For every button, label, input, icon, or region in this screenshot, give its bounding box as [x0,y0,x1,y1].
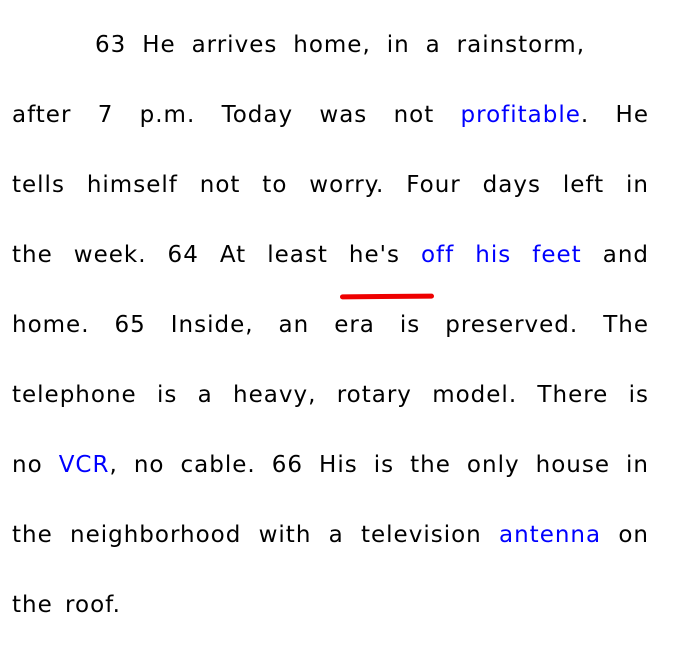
text-segment: , no cable. 66 His is the only house in [109,452,649,478]
text-line: telephone is a heavy, rotary model. Ther… [12,382,649,422]
text-segment: home. 65 Inside, an era is preserved. Th… [12,312,649,338]
text-line: 63 He arrives home, in a rainstorm, [95,32,585,72]
text-line: the week. 64 At least he's off his feet … [12,242,649,282]
text-segment: no [12,452,59,478]
text-segment: telephone is a heavy, rotary model. Ther… [12,382,649,408]
text-line: the neighborhood with a television anten… [12,522,649,562]
text-segment: the neighborhood with a television [12,522,499,548]
text-segment: and [581,242,649,268]
text-segment: . He [580,102,649,128]
text-line: tells himself not to worry. Four days le… [12,172,649,212]
highlighted-phrase: off his feet [420,242,582,268]
text-segment: tells himself not to worry. Four days le… [12,172,649,198]
text-segment: after 7 p.m. Today was not [12,102,461,128]
text-segment: the roof. [12,592,121,618]
highlighted-phrase: antenna [499,522,602,548]
text-line: no VCR, no cable. 66 His is the only hou… [12,452,649,492]
text-segment: on [601,522,649,548]
text-line: after 7 p.m. Today was not profitable. H… [12,102,649,142]
text-segment: 63 He arrives home, in a rainstorm, [95,32,585,58]
red-underline-annotation [339,293,435,300]
text-line: the roof. [12,592,649,632]
text-line: home. 65 Inside, an era is preserved. Th… [12,312,649,352]
highlighted-phrase: VCR [58,452,110,478]
text-segment: the week. 64 At least he's [12,242,421,268]
highlighted-phrase: profitable [460,102,581,128]
